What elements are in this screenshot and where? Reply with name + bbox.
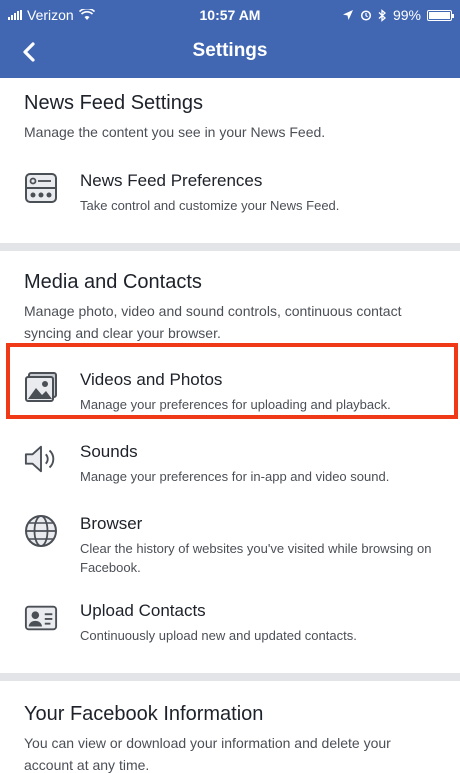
section-subtitle: Manage photo, video and sound controls, … <box>24 303 402 341</box>
item-description: Take control and customize your News Fee… <box>80 198 340 213</box>
page-title: Settings <box>192 40 268 61</box>
item-description: Manage your preferences for in-app and v… <box>80 469 390 484</box>
globe-icon <box>24 514 58 548</box>
upload-contacts-item[interactable]: Upload Contacts Continuously upload new … <box>0 591 460 655</box>
location-icon <box>342 10 353 20</box>
item-title: News Feed Preferences <box>80 171 263 190</box>
section-news-feed: News Feed Settings Manage the content yo… <box>0 78 460 143</box>
bluetooth-icon <box>378 8 386 22</box>
item-texts: Browser Clear the history of websites yo… <box>80 514 436 577</box>
item-texts: Sounds Manage your preferences for in-ap… <box>80 442 436 486</box>
section-subtitle: Manage the content you see in your News … <box>24 124 326 140</box>
section-title: Your Facebook Information <box>24 703 264 725</box>
section-divider <box>0 243 460 251</box>
battery-percent: 99% <box>392 7 421 23</box>
item-title: Browser <box>80 514 143 533</box>
item-description: Clear the history of websites you've vis… <box>80 541 432 575</box>
item-title: Sounds <box>80 442 138 461</box>
settings-list: News Feed Settings Manage the content yo… <box>0 78 460 773</box>
item-title: Upload Contacts <box>80 601 206 620</box>
top-bar: Verizon 10:57 AM 99% Settings <box>0 0 460 78</box>
battery-icon <box>427 9 454 21</box>
section-divider <box>0 673 460 681</box>
item-description: Continuously upload new and updated cont… <box>80 628 357 643</box>
section-title: Media and Contacts <box>24 271 202 293</box>
section-subtitle: You can view or download your informatio… <box>24 735 391 773</box>
section-your-information: Your Facebook Information You can view o… <box>0 681 460 773</box>
highlight-box <box>6 343 458 419</box>
news-feed-preferences-icon <box>24 171 58 205</box>
status-right: 99% <box>342 7 454 23</box>
section-title: News Feed Settings <box>24 92 203 114</box>
item-texts: Upload Contacts Continuously upload new … <box>80 601 436 645</box>
speaker-icon <box>24 442 58 476</box>
battery-fill <box>429 11 450 19</box>
item-texts: News Feed Preferences Take control and c… <box>80 171 436 215</box>
news-feed-preferences-item[interactable]: News Feed Preferences Take control and c… <box>0 161 460 225</box>
status-bar: Verizon 10:57 AM 99% <box>0 0 460 30</box>
sounds-item[interactable]: Sounds Manage your preferences for in-ap… <box>0 432 460 496</box>
browser-item[interactable]: Browser Clear the history of websites yo… <box>0 504 460 587</box>
section-media-contacts: Media and Contacts Manage photo, video a… <box>0 251 460 344</box>
contact-card-icon <box>24 601 58 635</box>
alarm-icon <box>360 10 372 21</box>
